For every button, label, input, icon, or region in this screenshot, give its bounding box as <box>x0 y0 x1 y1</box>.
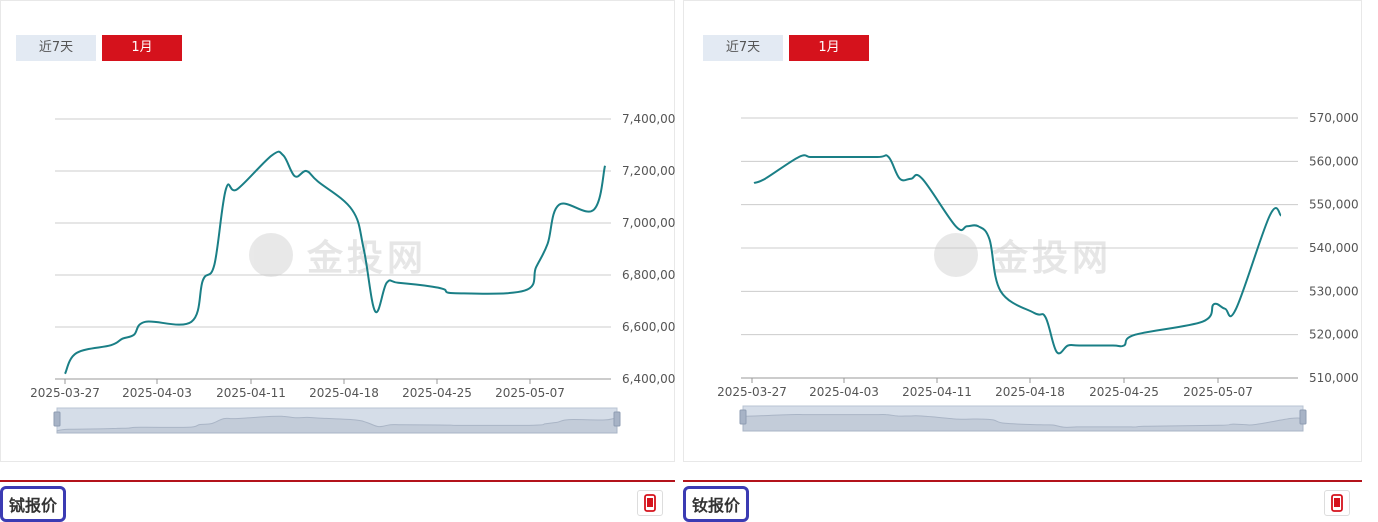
zoom-handle-right[interactable] <box>1299 409 1307 425</box>
y-tick-label: 6,600,000 <box>622 320 676 334</box>
x-tick-label: 2025-04-25 <box>402 386 472 400</box>
y-tick-label: 6,400,000 <box>622 372 676 386</box>
neodymium-chart-panel: 近7天 1月 金投网 510,000 520,000 530,000 540,000 5… <box>683 0 1362 462</box>
x-tick-label: 2025-04-11 <box>216 386 286 400</box>
x-tick-label: 2025-04-03 <box>122 386 192 400</box>
x-tick-label: 2025-04-18 <box>995 385 1065 399</box>
y-tick-label: 550,000 <box>1309 198 1359 212</box>
mobile-phone-button[interactable] <box>1324 490 1350 516</box>
x-tick-label: 2025-05-07 <box>1183 385 1253 399</box>
neodymium-price-chart: 510,000 520,000 530,000 540,000 550,000 560,0… <box>717 111 1359 432</box>
mobile-phone-icon <box>644 494 656 512</box>
x-tick-label: 2025-03-27 <box>30 386 100 400</box>
terbium-chart-panel: 近7天 1月 金投网 6,400,0006,600,0006,800,0007,… <box>0 0 676 462</box>
y-tick-label: 530,000 <box>1309 284 1359 298</box>
y-tick-label: 510,000 <box>1309 371 1359 385</box>
terbium-price-header: 铽报价 <box>0 480 675 522</box>
zoom-handle-right[interactable] <box>613 411 621 427</box>
y-tick-label: 520,000 <box>1309 328 1359 342</box>
mobile-phone-icon <box>1331 494 1343 512</box>
y-tick-label: 6,800,000 <box>622 268 676 282</box>
neodymium-price-header: 钕报价 <box>683 480 1362 522</box>
section-title[interactable]: 钕报价 <box>683 486 750 522</box>
y-tick-label: 560,000 <box>1309 154 1359 168</box>
zoom-handle-left[interactable] <box>53 411 61 427</box>
x-tick-label: 2025-04-11 <box>902 385 972 399</box>
y-tick-label: 7,000,000 <box>622 216 676 230</box>
x-tick-label: 2025-04-03 <box>809 385 879 399</box>
terbium-price-chart: 6,400,000 6,600,000 6,800,000 7,000,000 7,20… <box>30 112 676 434</box>
x-tick-label: 2025-04-25 <box>1089 385 1159 399</box>
x-tick-label: 2025-04-18 <box>309 386 379 400</box>
mobile-phone-button[interactable] <box>637 490 663 516</box>
y-tick-label: 570,000 <box>1309 111 1359 125</box>
series-line <box>64 150 606 375</box>
y-tick-label: 540,000 <box>1309 241 1359 255</box>
y-tick-label: 7,400,000 <box>622 112 676 126</box>
series-line <box>753 154 1282 355</box>
zoom-handle-left[interactable] <box>739 409 747 425</box>
section-title[interactable]: 铽报价 <box>0 486 67 522</box>
x-tick-label: 2025-05-07 <box>495 386 565 400</box>
x-tick-label: 2025-03-27 <box>717 385 787 399</box>
y-tick-label: 7,200,000 <box>622 164 676 178</box>
